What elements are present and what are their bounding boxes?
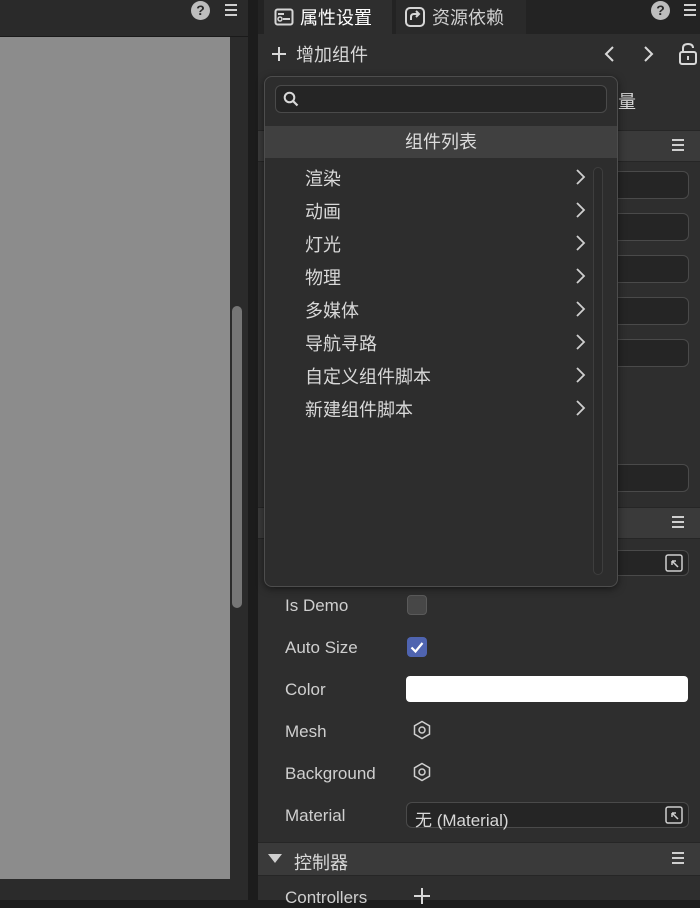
inspector-menu-icon[interactable] xyxy=(684,4,696,18)
dependencies-tab-icon xyxy=(405,7,425,27)
inspector-help-icon[interactable]: ? xyxy=(651,1,670,20)
properties-tab-icon xyxy=(274,8,294,26)
list-item-label: 动画 xyxy=(305,202,341,222)
material-label: Material xyxy=(285,806,346,825)
component-category-multimedia[interactable]: 多媒体 xyxy=(265,293,595,326)
chevron-right-icon xyxy=(576,202,586,218)
list-item-label: 导航寻路 xyxy=(305,334,377,354)
tab-properties[interactable]: 属性设置 xyxy=(264,0,392,34)
plus-icon xyxy=(272,47,286,61)
chevron-right-icon xyxy=(576,367,586,383)
component-category-navigation[interactable]: 导航寻路 xyxy=(265,326,595,359)
controllers-label: Controllers xyxy=(285,888,368,907)
chevron-right-icon xyxy=(576,301,586,317)
tab-dependencies[interactable]: 资源依赖 xyxy=(396,0,526,34)
controller-section-title: 控制器 xyxy=(294,853,348,873)
list-item-label: 自定义组件脚本 xyxy=(305,367,431,387)
component-dropdown: 组件列表 渲染 动画 灯光 物理 多媒体 导航寻路 自定义组件脚本 新建组件脚本 xyxy=(264,76,618,587)
scene-viewport[interactable] xyxy=(0,37,230,879)
tab-properties-label: 属性设置 xyxy=(300,8,372,28)
component-category-animation[interactable]: 动画 xyxy=(265,194,595,227)
material-value: 无 (Material) xyxy=(415,811,509,830)
add-component-label: 增加组件 xyxy=(296,45,368,65)
forward-arrow-icon[interactable] xyxy=(640,44,656,64)
chevron-right-icon xyxy=(576,268,586,284)
list-item-label: 灯光 xyxy=(305,235,341,255)
component-search-box xyxy=(275,85,607,113)
color-swatch[interactable] xyxy=(406,676,688,702)
scene-panel-footer xyxy=(0,879,248,900)
mesh-hexagon-icon[interactable] xyxy=(412,720,432,740)
section-menu-icon[interactable] xyxy=(672,516,684,530)
list-item-label: 多媒体 xyxy=(305,301,359,321)
menu-icon[interactable] xyxy=(225,4,237,18)
pick-target-icon[interactable] xyxy=(665,554,683,572)
scene-panel-topbar: ? xyxy=(0,0,248,37)
auto-size-label: Auto Size xyxy=(285,638,358,657)
chevron-right-icon xyxy=(576,334,586,350)
add-component-button[interactable]: 增加组件 xyxy=(270,42,368,66)
tab-dependencies-label: 资源依赖 xyxy=(432,8,504,28)
component-category-custom-script[interactable]: 自定义组件脚本 xyxy=(265,359,595,392)
component-category-physics[interactable]: 物理 xyxy=(265,260,595,293)
material-field[interactable]: 无 (Material) xyxy=(406,802,689,830)
checkmark-icon xyxy=(410,642,424,654)
material-pick-icon[interactable] xyxy=(665,806,683,824)
component-list-header: 组件列表 xyxy=(265,126,617,158)
partial-label: 量 xyxy=(618,92,636,112)
background-label: Background xyxy=(285,764,376,783)
is-demo-label: Is Demo xyxy=(285,596,349,615)
background-hexagon-icon[interactable] xyxy=(412,762,432,782)
chevron-right-icon xyxy=(576,169,586,185)
unlock-icon[interactable] xyxy=(678,42,698,66)
component-category-new-script[interactable]: 新建组件脚本 xyxy=(265,392,595,425)
component-search-input[interactable] xyxy=(306,88,600,112)
help-icon[interactable]: ? xyxy=(191,1,210,20)
chevron-right-icon xyxy=(576,400,586,416)
component-category-render[interactable]: 渲染 xyxy=(265,161,595,194)
list-item-label: 新建组件脚本 xyxy=(305,400,413,420)
list-item-label: 物理 xyxy=(305,268,341,288)
panel-splitter[interactable] xyxy=(248,0,258,900)
search-icon xyxy=(283,91,299,107)
auto-size-checkbox[interactable] xyxy=(407,637,427,657)
color-label: Color xyxy=(285,680,326,699)
add-controller-plus-icon[interactable] xyxy=(412,886,432,906)
mesh-label: Mesh xyxy=(285,722,327,741)
section-menu-icon[interactable] xyxy=(672,852,684,866)
is-demo-checkbox[interactable] xyxy=(407,595,427,615)
chevron-right-icon xyxy=(576,235,586,251)
controller-section-header[interactable]: 控制器 xyxy=(258,842,700,876)
section-menu-icon[interactable] xyxy=(672,139,684,153)
list-item-label: 渲染 xyxy=(305,169,341,189)
component-category-light[interactable]: 灯光 xyxy=(265,227,595,260)
collapse-triangle-icon[interactable] xyxy=(268,854,282,864)
viewport-scrollbar-thumb[interactable] xyxy=(232,306,242,608)
back-arrow-icon[interactable] xyxy=(602,44,618,64)
component-list-scrollbar[interactable] xyxy=(593,167,603,575)
